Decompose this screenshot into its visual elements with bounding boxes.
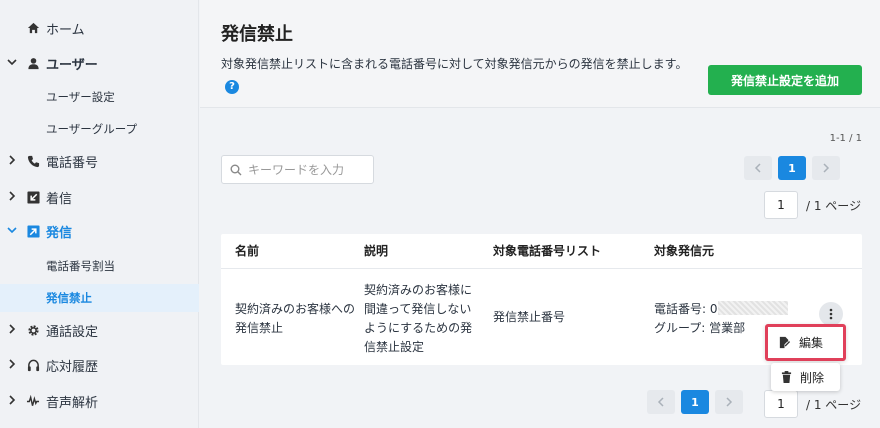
sidebar-item-outgoing[interactable]: 発信 [0, 216, 199, 246]
row-actions-button[interactable] [819, 302, 843, 326]
chevron-down-icon [7, 225, 19, 238]
more-vertical-icon [829, 308, 833, 320]
page-button-current[interactable]: 1 [778, 156, 806, 180]
chevron-right-icon [7, 358, 19, 372]
sidebar-item-users[interactable]: ユーザー [0, 48, 199, 78]
sidebar-item-label: 通話設定 [46, 324, 99, 340]
page-title: 発信禁止 [221, 24, 293, 45]
sidebar-item-call-settings[interactable]: 通話設定 [0, 315, 199, 345]
delete-menu-label: 削除 [800, 370, 825, 385]
cell-description: 契約済みのお客様に間違って発信しないようにするための発信禁止設定 [364, 283, 473, 354]
column-header-number-list: 対象電話番号リスト [493, 244, 602, 258]
sidebar-item-incoming[interactable]: 着信 [0, 182, 199, 212]
next-page-button[interactable] [812, 156, 840, 180]
help-icon[interactable]: ? [225, 79, 239, 94]
page-description-text: 対象発信禁止リストに含まれる電話番号に対して対象発信元からの発信を禁止します。 [221, 57, 688, 71]
chevron-right-icon [7, 323, 19, 337]
sidebar-item-label: 音声解析 [46, 395, 99, 411]
column-header-source: 対象発信元 [654, 244, 715, 258]
masked-phone-number [717, 301, 788, 315]
page-description: 対象発信禁止リストに含まれる電話番号に対して対象発信元からの発信を禁止します。? [221, 55, 691, 94]
add-call-block-button[interactable]: 発信禁止設定を追加 [708, 65, 862, 95]
sidebar-item-label: ユーザーグループ [46, 122, 138, 136]
page-jump-bottom: 1 / 1 ページ [764, 390, 861, 418]
sidebar-item-call-history[interactable]: 応対履歴 [0, 350, 199, 380]
sidebar-item-label: 電話番号 [46, 155, 99, 171]
page-number-input[interactable]: 1 [764, 390, 798, 418]
waveform-icon [26, 394, 40, 408]
page-button-current[interactable]: 1 [681, 390, 709, 414]
phone-icon [26, 154, 40, 168]
page-header: 発信禁止 対象発信禁止リストに含まれる電話番号に対して対象発信元からの発信を禁止… [200, 0, 880, 108]
next-page-button[interactable] [715, 390, 743, 414]
incoming-call-icon [26, 190, 40, 204]
sidebar-item-user-groups[interactable]: ユーザーグループ [0, 115, 199, 143]
sidebar-item-call-block[interactable]: 発信禁止 [0, 284, 199, 312]
sidebar-item-label: 発信 [46, 225, 73, 241]
sidebar-item-label: ユーザー [46, 57, 98, 73]
pagination-bottom: 1 [647, 390, 749, 414]
sidebar-item-label: 応対履歴 [46, 359, 99, 375]
headset-icon [26, 358, 40, 372]
sidebar-item-label: 発信禁止 [46, 291, 92, 305]
search-box[interactable] [221, 155, 374, 184]
user-icon [26, 56, 40, 70]
gear-icon [26, 323, 40, 337]
edit-menu-item[interactable]: 編集 [765, 324, 846, 361]
page-total-label: / 1 ページ [806, 198, 862, 213]
sidebar-item-label: 電話番号割当 [46, 259, 115, 273]
chevron-right-icon [7, 394, 19, 408]
chevron-right-icon [7, 154, 19, 168]
table-header-divider [221, 268, 862, 269]
column-header-description: 説明 [364, 244, 389, 258]
search-input[interactable] [248, 162, 363, 177]
edit-icon [778, 336, 791, 349]
search-icon [230, 164, 242, 176]
trash-icon [781, 371, 792, 383]
sidebar-item-voice-analysis[interactable]: 音声解析 [0, 386, 199, 416]
source-phone: 電話番号: 0 [654, 302, 718, 316]
sidebar-item-label: ユーザー設定 [46, 90, 115, 104]
cell-name: 契約済みのお客様への発信禁止 [235, 302, 356, 335]
pagination-top: 1 [744, 156, 846, 180]
sidebar-item-phone-numbers[interactable]: 電話番号 [0, 146, 199, 176]
delete-menu-item[interactable]: 削除 [771, 363, 840, 391]
sidebar-item-home[interactable]: ホーム [0, 13, 199, 43]
sidebar-item-number-assignment[interactable]: 電話番号割当 [0, 252, 199, 280]
chevron-right-icon [7, 190, 19, 204]
outgoing-call-icon [26, 224, 40, 238]
page-jump-top: 1 / 1 ページ [764, 191, 861, 219]
result-count: 1-1 / 1 [829, 133, 862, 144]
column-header-name: 名前 [235, 244, 260, 258]
sidebar-item-label: ホーム [46, 22, 85, 38]
page-total-label: / 1 ページ [806, 397, 862, 412]
cell-number-list: 発信禁止番号 [493, 310, 566, 324]
sidebar: ホーム ユーザー ユーザー設定 ユーザーグループ 電話番号 着信 発信 電話番号… [0, 0, 199, 428]
edit-menu-label: 編集 [799, 336, 824, 350]
page-number-input[interactable]: 1 [764, 191, 798, 219]
prev-page-button[interactable] [744, 156, 772, 180]
home-icon [26, 21, 40, 35]
sidebar-item-label: 着信 [46, 191, 73, 207]
chevron-down-icon [7, 57, 19, 70]
prev-page-button[interactable] [647, 390, 675, 414]
sidebar-item-user-settings[interactable]: ユーザー設定 [0, 83, 199, 111]
